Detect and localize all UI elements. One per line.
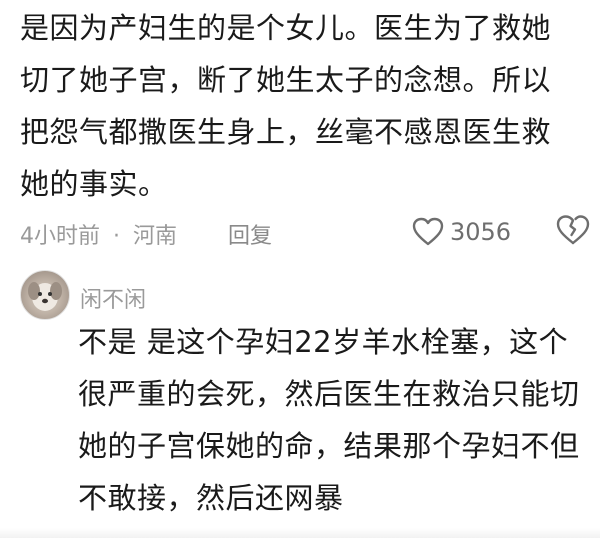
comment-time: 4小时前 [20,224,100,249]
like-button[interactable]: 3056 [412,212,511,252]
user-avatar[interactable] [20,270,70,320]
like-count: 3056 [450,218,512,246]
comment-line: 是因为产妇生的是个女儿。医生为了救她 [20,11,552,45]
reply-line: 不敢接，然后还网暴 [78,481,344,515]
meta-separator: · [113,224,120,249]
dog-avatar-icon [28,282,62,311]
reply-line: 很严重的会死，然后医生在救治只能切 [78,377,580,411]
reply-text: 不是 是这个孕妇22岁羊水栓塞，这个 很严重的会死，然后医生在救治只能切 她的子… [78,316,598,524]
heart-outline-icon [412,217,444,246]
reply-username[interactable]: 闲不闲 [80,282,146,314]
dislike-button[interactable] [556,214,590,252]
comment-text: 是因为产妇生的是个女儿。医生为了救她 切了她子宫，断了她生太子的念想。所以 把怨… [20,2,595,210]
reply-button[interactable]: 回复 [228,218,272,250]
broken-heart-icon [556,215,590,245]
comment-line: 把怨气都撒医生身上，丝毫不感恩医生救 [20,115,552,149]
comment-line: 切了她子宫，断了她生太子的念想。所以 [20,63,552,97]
reply-line: 她的子宫保她的命，结果那个孕妇不但 [78,429,580,463]
comment-line: 她的事实。 [20,167,168,201]
reply-line: 不是 是这个孕妇22岁羊水栓塞，这个 [78,325,569,359]
next-item-edge [0,528,600,538]
comment-location: 河南 [133,224,178,249]
comment-meta-row: 4小时前 · 河南 回复 3056 [20,212,595,252]
comment-meta: 4小时前 · 河南 [20,218,177,250]
